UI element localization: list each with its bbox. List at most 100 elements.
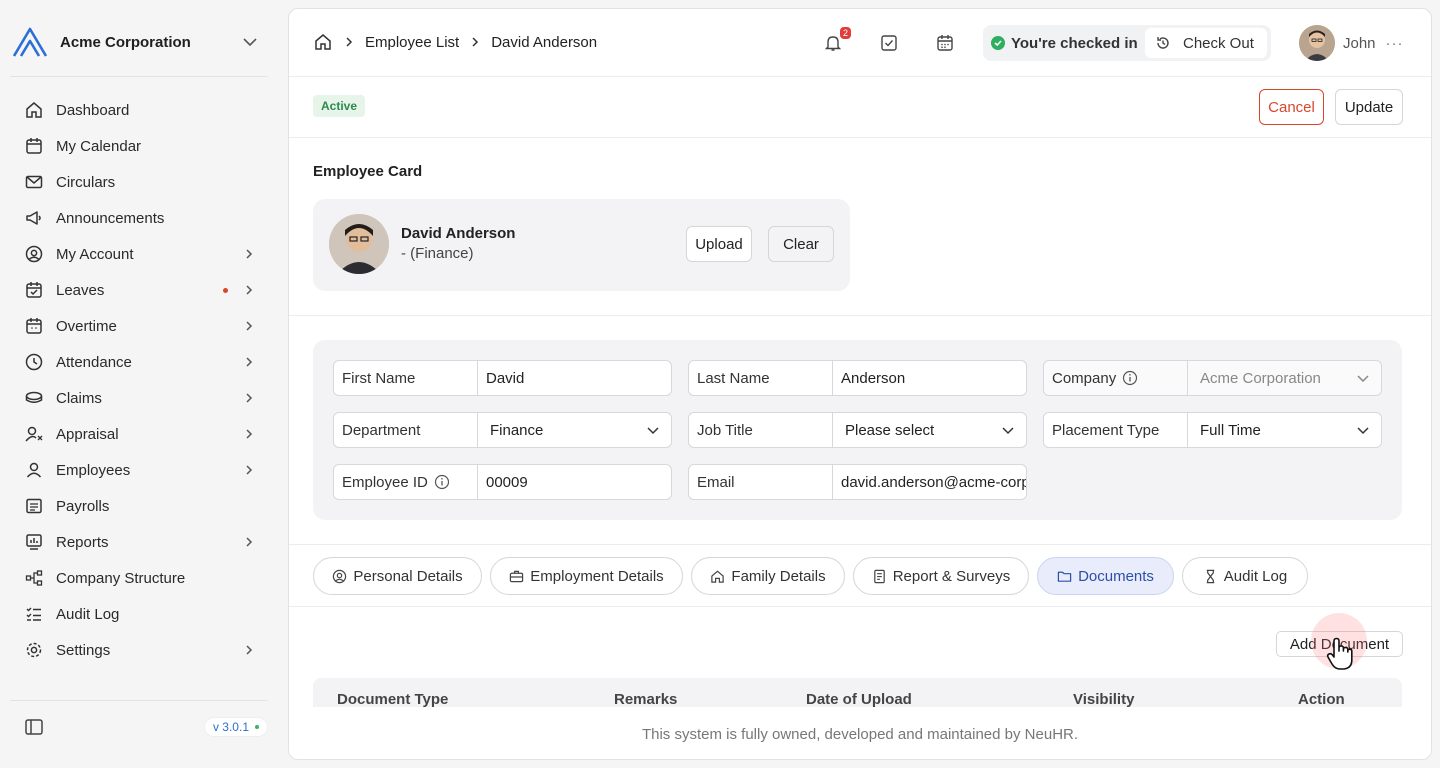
user-menu[interactable]: John ··· [1299, 25, 1404, 61]
more-options-icon[interactable]: ··· [1386, 35, 1404, 52]
sidebar-item-my-calendar[interactable]: My Calendar [14, 128, 268, 164]
update-button[interactable]: Update [1335, 89, 1403, 125]
company-switcher[interactable]: Acme Corporation [12, 26, 268, 58]
sidebar-item-employees[interactable]: Employees [14, 452, 268, 488]
sidebar-item-appraisal[interactable]: Appraisal [14, 416, 268, 452]
notifications-button[interactable]: 2 [823, 27, 851, 53]
column-date-of-upload: Date of Upload [806, 691, 912, 708]
home-icon [24, 100, 44, 120]
sidebar-item-audit-log[interactable]: Audit Log [14, 596, 268, 632]
sidebar-item-dashboard[interactable]: Dashboard [14, 92, 268, 128]
chevron-right-icon [246, 393, 253, 403]
sidebar-item-label: Audit Log [56, 605, 120, 623]
job-title-select[interactable]: Please select [833, 422, 1026, 439]
briefcase-icon [510, 570, 524, 582]
first-name-field: First Name David [333, 360, 672, 396]
home-icon [711, 570, 725, 583]
chevron-down-icon [647, 427, 659, 435]
checkin-status: You're checked in Check Out [983, 25, 1271, 61]
check-out-button[interactable]: Check Out [1145, 28, 1267, 58]
footer-text: This system is fully owned, developed an… [641, 725, 1079, 743]
tab-label: Documents [1078, 567, 1154, 585]
chevron-down-icon[interactable] [240, 32, 260, 52]
sidebar-item-payrolls[interactable]: Payrolls [14, 488, 268, 524]
tab-report-surveys[interactable]: Report & Surveys [853, 557, 1029, 595]
company-field: Company Acme Corporation [1043, 360, 1382, 396]
sidebar-item-label: Appraisal [56, 425, 119, 443]
tab-employment-details[interactable]: Employment Details [490, 557, 683, 595]
job-title-field: Job Title Please select [688, 412, 1027, 448]
sidebar-item-label: Payrolls [56, 497, 110, 515]
chevron-right-icon [246, 465, 253, 475]
tasks-button[interactable] [879, 33, 899, 53]
email-field: Email david.anderson@acme-corporation.co… [688, 464, 1027, 500]
document-icon [873, 569, 885, 583]
upload-button[interactable]: Upload [686, 226, 752, 262]
cancel-button[interactable]: Cancel [1259, 89, 1324, 125]
company-value: Acme Corporation [1200, 369, 1321, 387]
sidebar-item-label: Settings [56, 641, 111, 659]
tab-personal-details[interactable]: Personal Details [313, 557, 482, 595]
chevron-right-icon [246, 249, 253, 259]
email-input[interactable]: david.anderson@acme-corporation.com [833, 474, 1026, 491]
employee-department: - (Finance) [401, 245, 474, 262]
employee-name: David Anderson [401, 225, 516, 242]
notification-count: 2 [839, 27, 851, 39]
checkin-text: You're checked in [1011, 34, 1138, 52]
check-out-label: Check Out [1183, 34, 1254, 52]
hierarchy-icon [24, 568, 44, 588]
chevron-right-icon [246, 645, 253, 655]
tab-family-details[interactable]: Family Details [691, 557, 845, 595]
breadcrumb: Employee List David Anderson [313, 32, 597, 52]
coins-icon [24, 388, 44, 408]
column-visibility: Visibility [1073, 691, 1135, 708]
detail-tabs: Personal Details Employment Details Fami… [289, 544, 1431, 607]
sidebar-item-label: Reports [56, 533, 109, 551]
sidebar-item-label: Dashboard [56, 101, 130, 119]
sidebar-item-company-structure[interactable]: Company Structure [14, 560, 268, 596]
chevron-right-icon [246, 429, 253, 439]
department-value: Finance [490, 421, 544, 439]
sidebar-item-my-account[interactable]: My Account [14, 236, 268, 272]
version-badge: v 3.0.1 [203, 717, 268, 737]
report-icon [24, 532, 44, 552]
sidebar-item-announcements[interactable]: Announcements [14, 200, 268, 236]
hourglass-icon [1206, 569, 1215, 583]
job-title-label: Job Title [689, 413, 833, 447]
job-title-value: Please select [845, 421, 935, 439]
chevron-down-icon [1002, 427, 1014, 435]
sidebar-item-circulars[interactable]: Circulars [14, 164, 268, 200]
last-name-input[interactable]: Anderson [833, 370, 1026, 387]
version-text: v 3.0.1 [212, 720, 249, 734]
first-name-input[interactable]: David [478, 370, 671, 387]
sidebar-item-label: My Account [56, 245, 134, 263]
clear-button[interactable]: Clear [768, 226, 834, 262]
employee-card-title: Employee Card [313, 163, 423, 180]
avatar [1299, 25, 1335, 61]
sidebar-toggle-icon[interactable] [24, 717, 44, 737]
sidebar-item-overtime[interactable]: Overtime [14, 308, 268, 344]
tab-documents[interactable]: Documents [1037, 557, 1174, 595]
employee-id-input[interactable]: 00009 [478, 474, 671, 491]
sidebar-item-reports[interactable]: Reports [14, 524, 268, 560]
sidebar-item-leaves[interactable]: Leaves [14, 272, 268, 308]
sidebar-item-settings[interactable]: Settings [14, 632, 268, 668]
page-footer: This system is fully owned, developed an… [289, 707, 1431, 759]
chevron-right-icon [246, 321, 253, 331]
chevron-right-icon [472, 37, 479, 47]
sidebar-item-label: Employees [56, 461, 131, 479]
employee-photo [329, 214, 389, 274]
breadcrumb-employee-list[interactable]: Employee List [365, 34, 459, 51]
calendar-button[interactable] [935, 33, 955, 53]
tab-audit-log[interactable]: Audit Log [1182, 557, 1308, 595]
sidebar-item-label: Announcements [56, 209, 165, 227]
employee-id-field: Employee ID 00009 [333, 464, 672, 500]
department-select[interactable]: Finance [478, 422, 671, 439]
placement-type-select[interactable]: Full Time [1188, 422, 1381, 439]
sidebar-item-claims[interactable]: Claims [14, 380, 268, 416]
user-name: John [1343, 34, 1376, 52]
calendar-icon [24, 136, 44, 156]
home-icon[interactable] [313, 32, 333, 52]
sidebar-item-attendance[interactable]: Attendance [14, 344, 268, 380]
column-remarks: Remarks [614, 691, 678, 708]
